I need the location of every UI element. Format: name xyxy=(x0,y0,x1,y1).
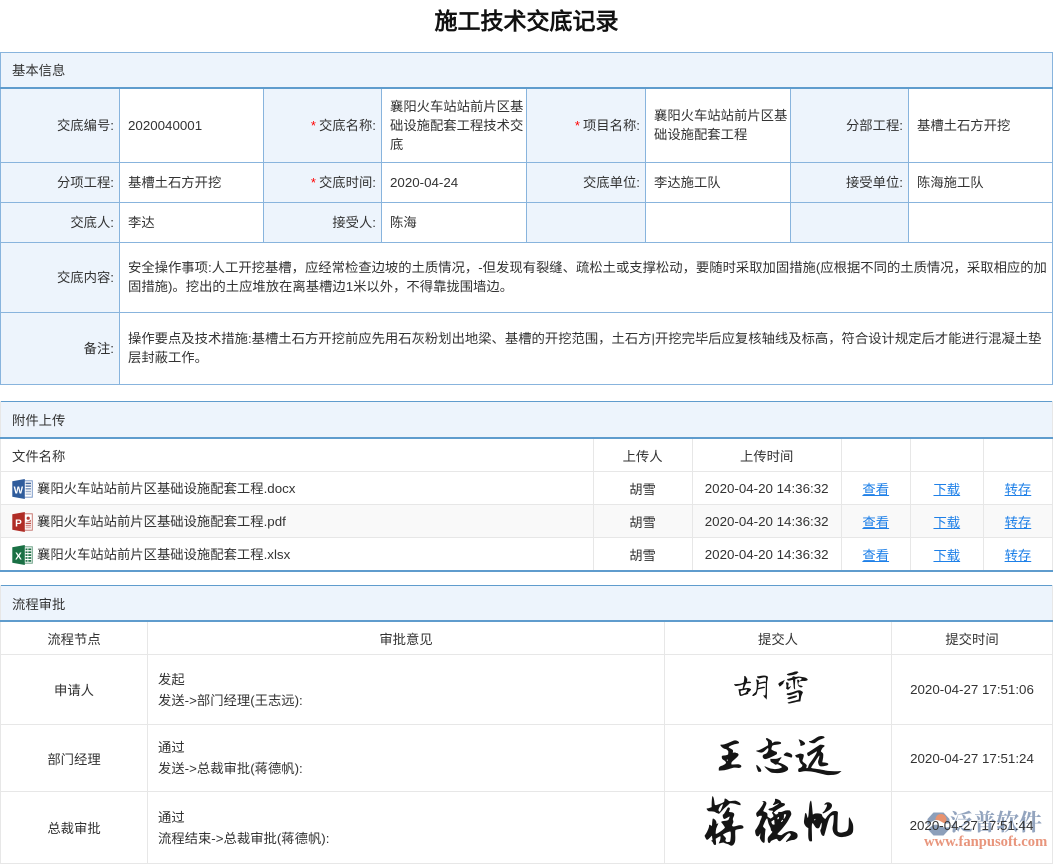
svg-text:X: X xyxy=(15,551,22,562)
svg-text:P: P xyxy=(15,518,22,529)
svg-text:W: W xyxy=(14,485,24,496)
